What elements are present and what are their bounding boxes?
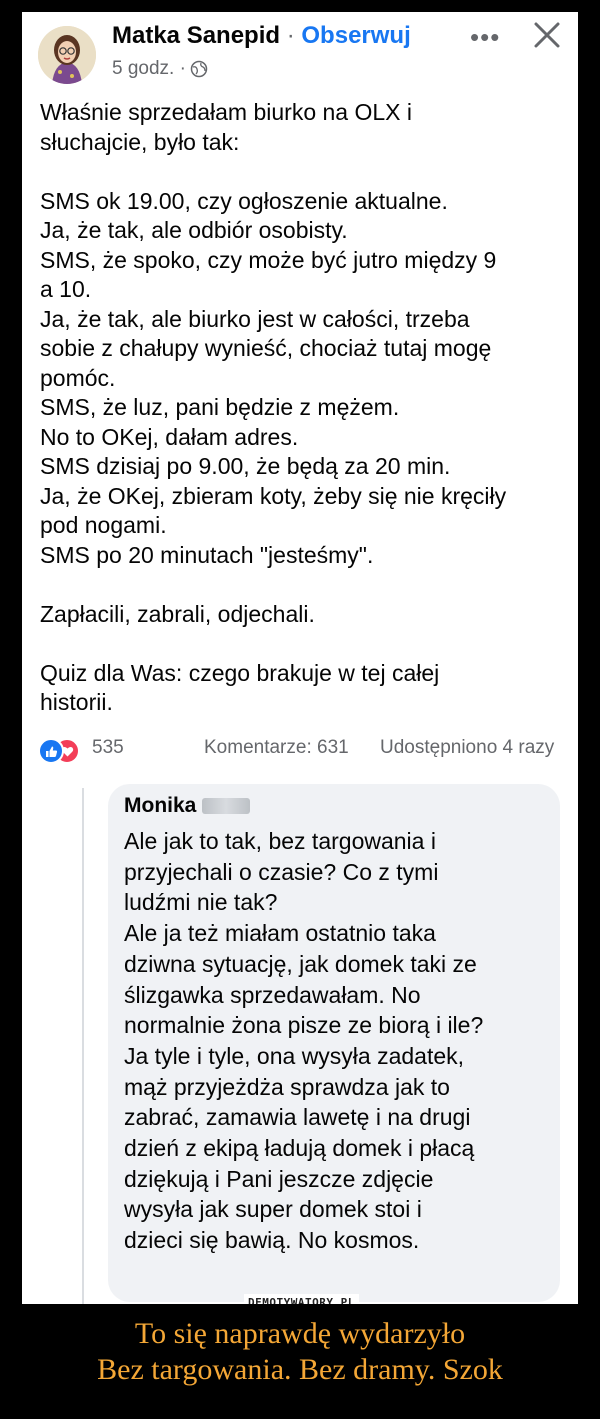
comment-text-line: normalnie żona pisze ze biorą i ile? <box>124 1012 484 1039</box>
post-text-line: SMS, że spoko, czy może być jutro między… <box>40 246 497 273</box>
author-name[interactable]: Matka Sanepid <box>112 22 280 49</box>
post-screenshot: Matka Sanepid · Obserwuj 5 godz. · ••• W… <box>22 12 578 1304</box>
post-text-line: SMS dzisiaj po 9.00, że będą za 20 min. <box>40 453 451 479</box>
post-text-line: Ja, że OKej, zbieram koty, żeby się nie … <box>40 482 507 509</box>
post-text-line: Zapłacili, zabrali, odjechali. <box>40 600 315 627</box>
comment-text-line: wysyła jak super domek stoi i <box>124 1196 422 1223</box>
post-text-line: Właśnie sprzedałam biurko na OLX i <box>40 99 412 125</box>
post-author-line: Matka Sanepid · Obserwuj <box>112 22 411 50</box>
post-text-line: Quiz dla Was: czego brakuje w tej całej <box>40 659 440 686</box>
post-time[interactable]: 5 godz. · <box>112 58 186 80</box>
post-text-line: Ja, że tak, ale biurko jest w całości, t… <box>40 305 470 332</box>
post-header: Matka Sanepid · Obserwuj 5 godz. · ••• <box>22 12 578 92</box>
follow-button[interactable]: Obserwuj <box>301 22 410 49</box>
comments-count-link[interactable]: Komentarze: 631 <box>204 737 349 759</box>
comment-author: Monika <box>124 794 251 818</box>
comment-author-name[interactable]: Monika <box>124 794 196 818</box>
shares-count-link[interactable]: Udostępniono 4 razy <box>380 737 554 759</box>
post-text-line: No to OKej, dałam adres. <box>40 423 299 450</box>
demotivator-caption: To się naprawdę wydarzyło Bez targowania… <box>0 1316 600 1388</box>
comment-bubble: Monika Ale jak to tak, bez targowania i p… <box>108 784 560 1302</box>
comment-text-line: dziwna sytuację, jak domek taki ze <box>124 950 477 977</box>
avatar-illustration-icon <box>38 26 96 84</box>
post-text-line: pod nogami. <box>40 512 167 538</box>
caption-line-1: To się naprawdę wydarzyło <box>134 1317 466 1350</box>
comment-text-line: mąż przyjeżdża sprawdza jak to <box>124 1073 450 1100</box>
comment-text: Ale jak to tak, bez targowania i przyjech… <box>124 826 548 1256</box>
reactions-bar: 535 Komentarze: 631 Udostępniono 4 razy <box>38 734 568 764</box>
post-text-line: sobie z chałupy wynieść, chociaż tutaj m… <box>40 335 492 361</box>
comment-text-line: Ale jak to tak, bez targowania i <box>124 828 436 854</box>
post-text-line: SMS po 20 minutach "jesteśmy". <box>40 541 374 568</box>
post-text-line: a 10. <box>40 276 92 302</box>
close-icon[interactable] <box>530 18 564 52</box>
comment-text-line: ludźmi nie tak? <box>124 889 278 916</box>
post-text-line: SMS, że luz, pani będzie z mężem. <box>40 394 400 420</box>
comment-text-line: ślizgawka sprzedawałam. No <box>124 981 421 1008</box>
thread-line <box>82 788 84 1304</box>
author-separator: · <box>286 22 295 49</box>
comment-text-line: Ja tyle i tyle, ona wysyła zadatek, <box>124 1042 465 1069</box>
comment-text-line: dzień z ekipą ładują domek i płacą <box>124 1135 475 1162</box>
post-text-line: Ja, że tak, ale odbiór osobisty. <box>40 217 348 243</box>
comment-text-line: zabrać, zamawia lawetę i na drugi <box>124 1104 471 1131</box>
post-meta: 5 godz. · <box>112 58 208 80</box>
comment-text-line: przyjechali o czasie? Co z tymi <box>124 858 439 885</box>
comment-text-line: dziękują i Pani jeszcze zdjęcie <box>124 1165 434 1192</box>
more-options-icon[interactable]: ••• <box>470 22 500 53</box>
redacted-surname <box>202 798 251 814</box>
post-text-line: historii. <box>40 689 113 715</box>
comment-text-line: dzieci się bawią. No kosmos. <box>124 1227 420 1254</box>
post-text-line: pomóc. <box>40 364 116 391</box>
post-text-line: słuchajcie, było tak: <box>40 128 240 155</box>
watermark: DEMOTYWATORY.PL <box>244 1294 359 1304</box>
comment-text-line: Ale ja też miałam ostatnio taka <box>124 920 436 947</box>
caption-line-2: Bez targowania. Bez dramy. Szok <box>97 1353 503 1386</box>
post-text-line: SMS ok 19.00, czy ogłoszenie aktualne. <box>40 187 448 214</box>
globe-icon <box>190 60 208 78</box>
reaction-count[interactable]: 535 <box>92 737 124 759</box>
like-reaction-icon[interactable] <box>38 738 64 764</box>
avatar[interactable] <box>38 26 96 84</box>
post-body: Właśnie sprzedałam biurko na OLX i słucha… <box>40 98 570 718</box>
